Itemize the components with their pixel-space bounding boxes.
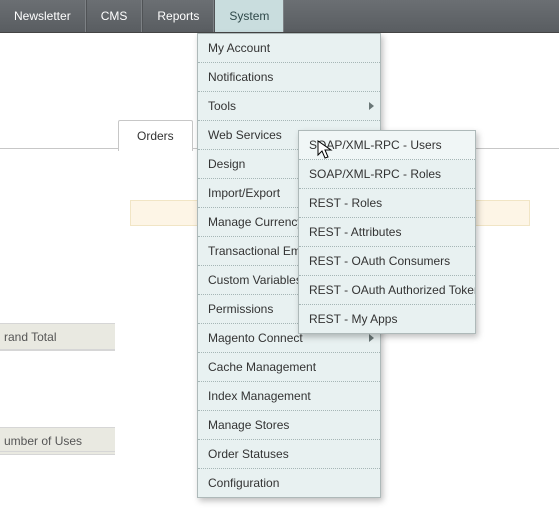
submenu-item-rest-attributes[interactable]: REST - Attributes [299,218,475,247]
divider [0,451,115,452]
submenu-item-rest-my-apps[interactable]: REST - My Apps [299,305,475,333]
menu-item-notifications[interactable]: Notifications [198,63,380,92]
submenu-item-rest-oauth-consumers[interactable]: REST - OAuth Consumers [299,247,475,276]
submenu-item-rest-oauth-authorized-tokens[interactable]: REST - OAuth Authorized Tokens [299,276,475,305]
topbar-item-reports[interactable]: Reports [142,0,214,32]
menu-item-manage-stores[interactable]: Manage Stores [198,411,380,440]
menu-item-my-account[interactable]: My Account [198,34,380,63]
submenu-item-soap-xml-rpc-users[interactable]: SOAP/XML-RPC - Users [299,131,475,160]
tab-wrap: Orders [118,120,193,151]
topbar-item-system[interactable]: System [214,0,284,32]
menu-item-order-statuses[interactable]: Order Statuses [198,440,380,469]
topbar: NewsletterCMSReportsSystem [0,0,559,33]
web-services-submenu: SOAP/XML-RPC - UsersSOAP/XML-RPC - Roles… [298,130,476,334]
submenu-item-rest-roles[interactable]: REST - Roles [299,189,475,218]
grand-total-header: rand Total [0,323,115,351]
menu-item-configuration[interactable]: Configuration [198,469,380,497]
menu-item-cache-management[interactable]: Cache Management [198,353,380,382]
topbar-item-cms[interactable]: CMS [86,0,143,32]
menu-item-tools[interactable]: Tools [198,92,380,121]
topbar-item-newsletter[interactable]: Newsletter [0,0,86,32]
divider [0,349,115,350]
submenu-item-soap-xml-rpc-roles[interactable]: SOAP/XML-RPC - Roles [299,160,475,189]
menu-item-index-management[interactable]: Index Management [198,382,380,411]
tab-orders[interactable]: Orders [118,120,193,151]
